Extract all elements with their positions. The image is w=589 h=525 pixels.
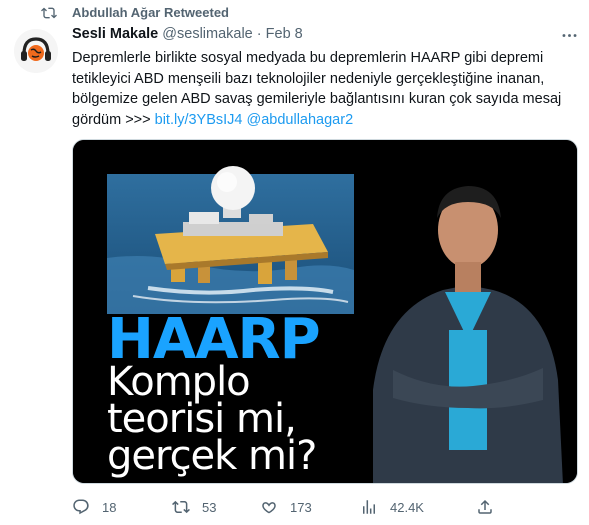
tweet-mention[interactable]: @abdullahagar2: [247, 112, 354, 128]
like-button[interactable]: 173: [260, 496, 312, 518]
like-count: 173: [290, 499, 312, 515]
author-name[interactable]: Sesli Makale: [72, 26, 158, 42]
retweet-button[interactable]: 53: [172, 496, 216, 518]
tweet-header: Sesli Makale @seslimakale · Feb 8: [72, 26, 303, 44]
avatar[interactable]: [14, 29, 58, 73]
tweet-media[interactable]: HAARP Komplo teorisi mi, gerçek mi?: [72, 139, 578, 484]
tweet-actions: 18 53 173 42.4K: [72, 496, 582, 518]
views-chart-icon: [363, 500, 375, 514]
views-count: 42.4K: [390, 499, 424, 515]
reply-icon: [73, 499, 89, 515]
media-subtitle: Komplo teorisi mi, gerçek mi?: [107, 362, 317, 479]
share-button[interactable]: [476, 496, 494, 518]
tweet-text: Depremlerle birlikte sosyal medyada bu d…: [72, 48, 582, 130]
views-button[interactable]: 42.4K: [360, 496, 424, 518]
retweet-icon: [41, 7, 57, 19]
tweet-date[interactable]: Feb 8: [266, 26, 303, 42]
header-separator: ·: [256, 26, 262, 42]
reply-button[interactable]: 18: [72, 496, 116, 518]
more-options-button[interactable]: [558, 26, 580, 44]
sea-platform-photo: [107, 166, 354, 314]
share-icon: [478, 499, 492, 514]
author-handle[interactable]: @seslimakale: [162, 26, 252, 42]
media-subtitle-line: gerçek mi?: [107, 433, 317, 479]
tweet-link[interactable]: bit.ly/3YBsIJ4: [155, 112, 243, 128]
retweet-icon: [172, 500, 190, 514]
headphones-logo-icon: [14, 29, 58, 73]
reply-count: 18: [102, 499, 117, 515]
retweet-banner-text[interactable]: Abdullah Ağar Retweeted: [72, 5, 229, 20]
heart-icon: [262, 502, 276, 514]
more-icon: [562, 33, 576, 37]
retweet-count: 53: [202, 499, 217, 515]
